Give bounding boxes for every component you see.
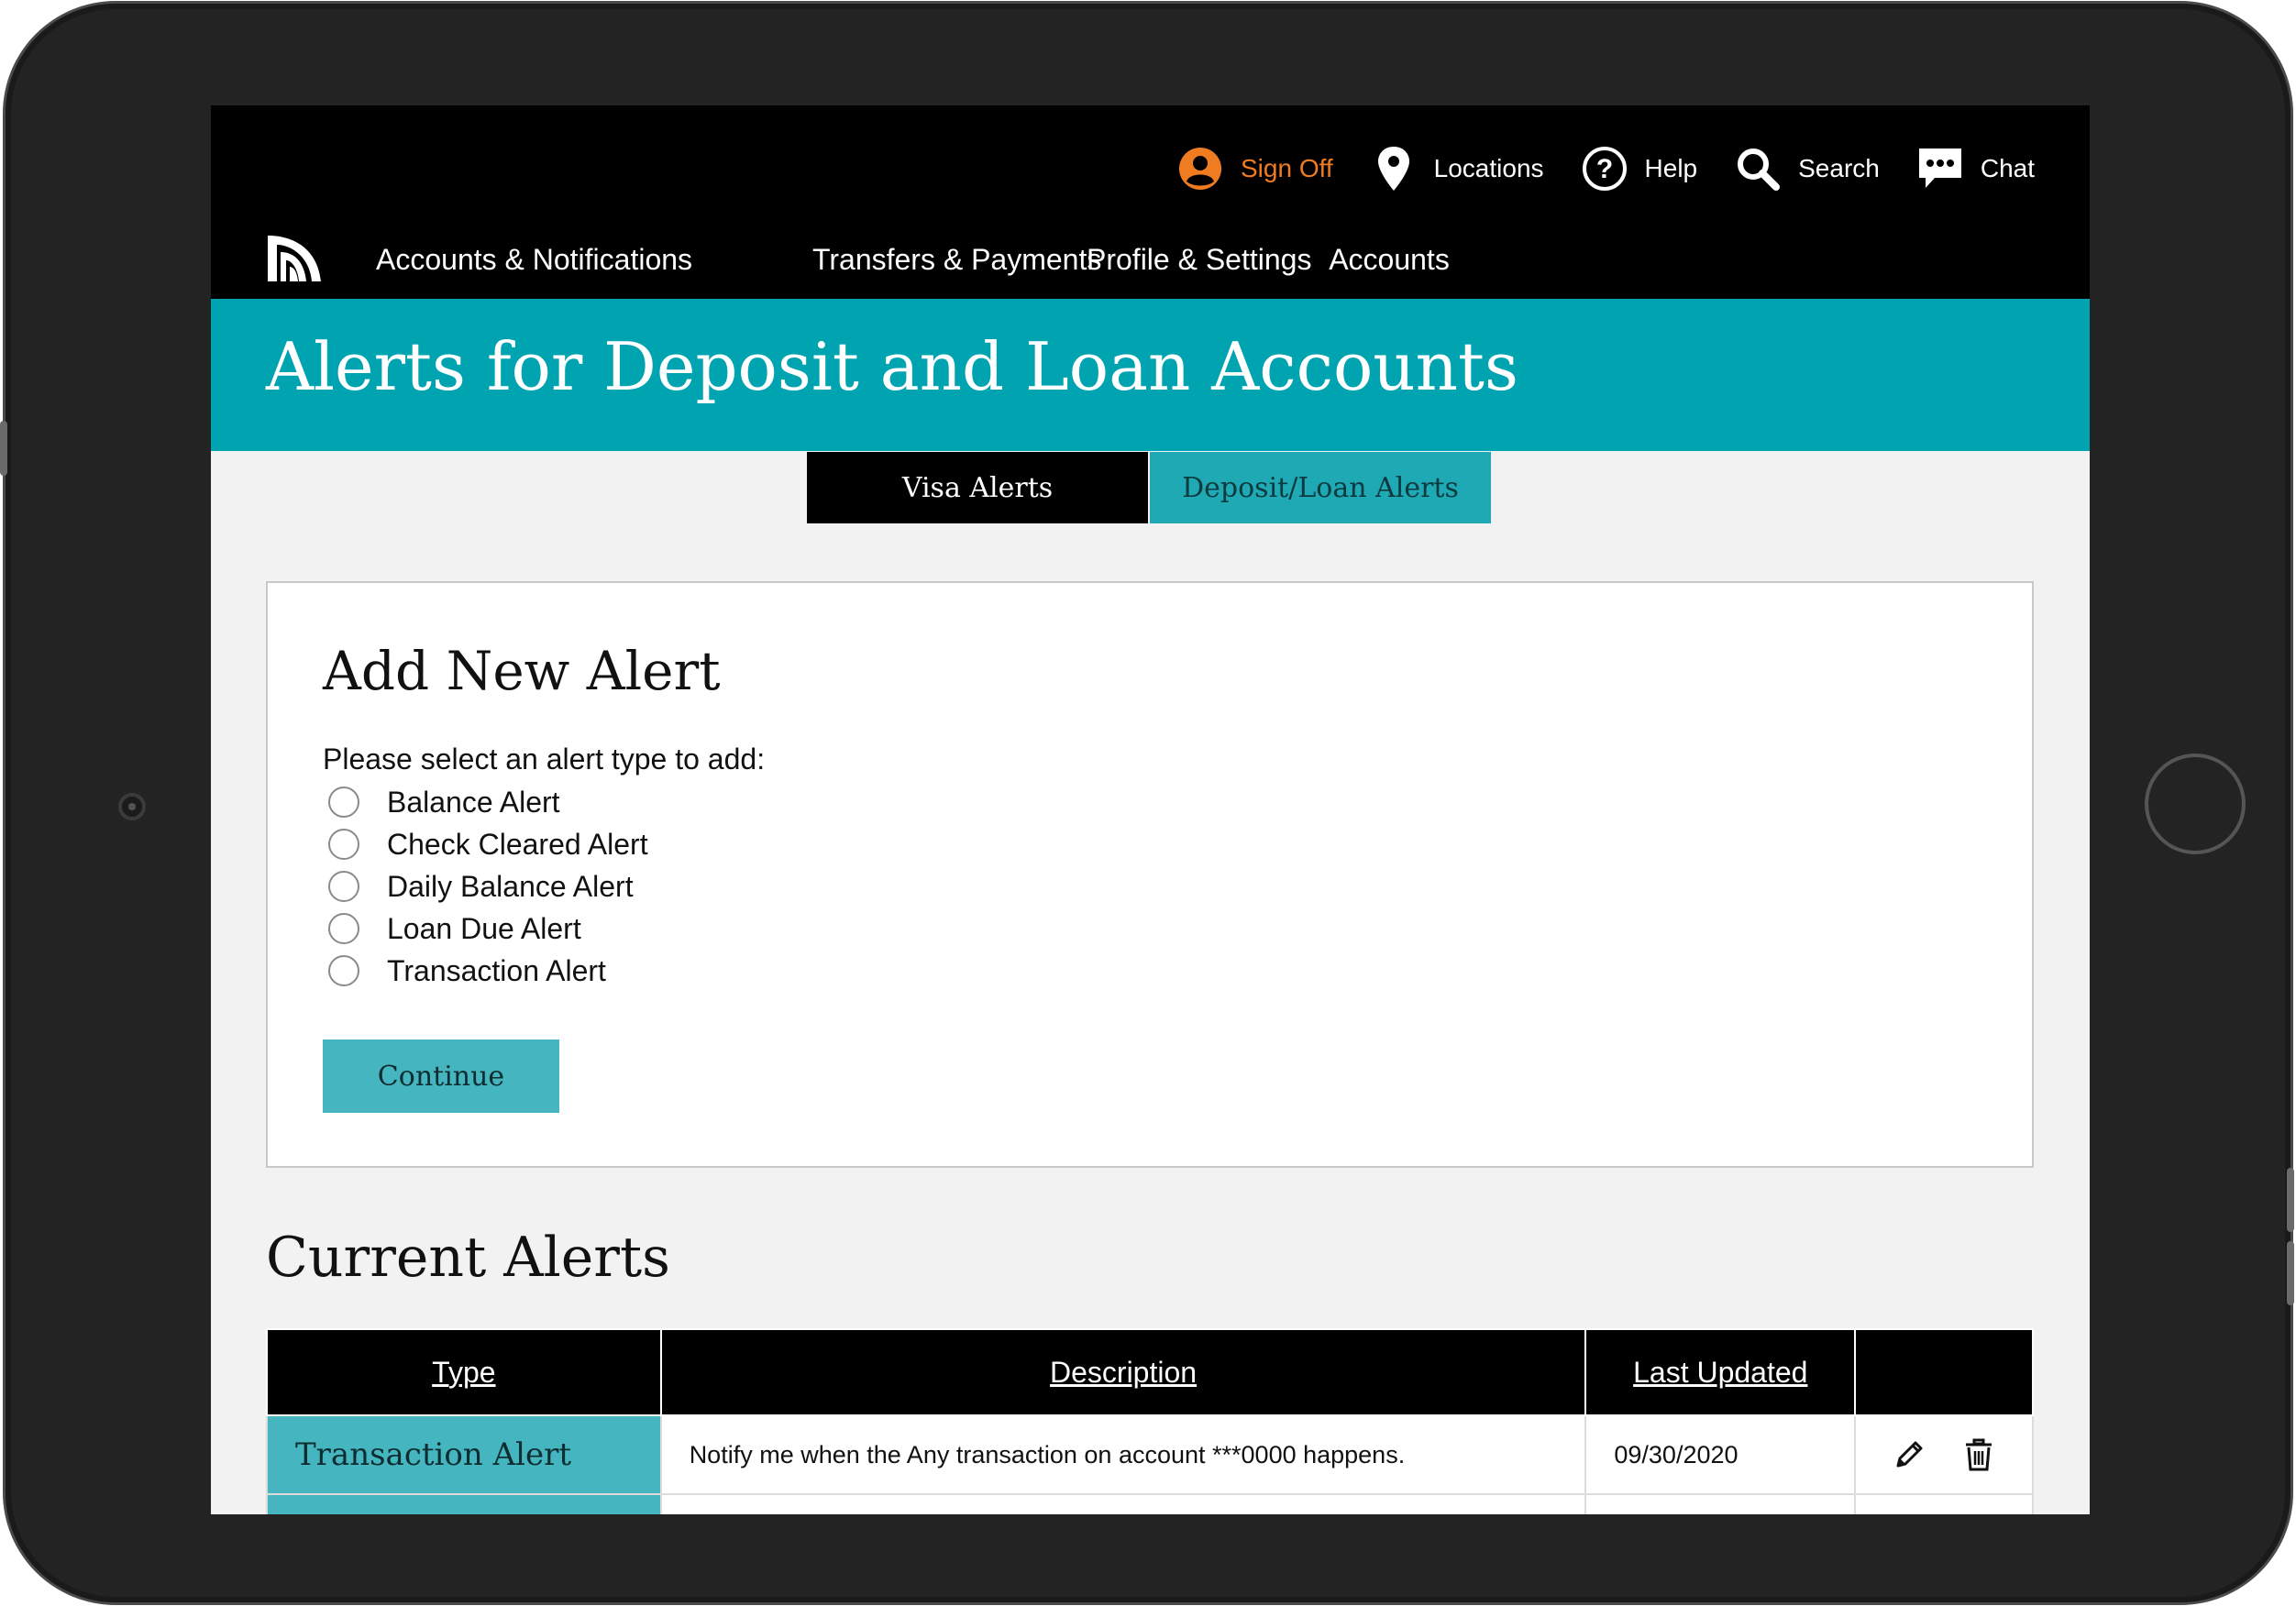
camera xyxy=(118,793,146,820)
locations-link[interactable]: Locations xyxy=(1370,145,1544,192)
title-band: Alerts for Deposit and Loan Accounts xyxy=(211,299,2090,451)
column-header-type[interactable]: Type xyxy=(266,1328,662,1416)
tab-deposit-loan-alerts[interactable]: Deposit/Loan Alerts xyxy=(1150,452,1491,523)
option-daily-balance-alert[interactable]: Daily Balance Alert xyxy=(328,865,648,908)
user-circle-icon xyxy=(1176,145,1224,192)
option-loan-due-alert[interactable]: Loan Due Alert xyxy=(328,908,648,950)
nav-accounts-notifications[interactable]: Accounts & Notifications xyxy=(376,243,692,277)
chat-label: Chat xyxy=(1980,154,2035,182)
option-label: Transaction Alert xyxy=(387,953,606,987)
nav-transfers-payments[interactable]: Transfers & Payments xyxy=(812,243,1101,277)
radio-button[interactable] xyxy=(328,786,359,818)
table-header-row: Type Description Last Updated xyxy=(266,1328,2034,1416)
chat-icon xyxy=(1916,145,1964,192)
alert-type-cell: Transaction Alert xyxy=(266,1414,662,1495)
alert-description-cell xyxy=(659,1493,1587,1514)
search-icon xyxy=(1734,145,1782,192)
side-button xyxy=(2287,1168,2294,1232)
nav-accounts[interactable]: Accounts xyxy=(1297,243,1481,277)
alert-last-updated-cell xyxy=(1584,1493,1857,1514)
utility-nav: Sign Off Locations ? Help Search Chat xyxy=(1176,140,2035,197)
add-alert-title: Add New Alert xyxy=(323,640,721,702)
current-alerts-title: Current Alerts xyxy=(266,1226,670,1290)
side-button xyxy=(2287,1241,2294,1305)
tablet-frame: Sign Off Locations ? Help Search Chat Ac… xyxy=(0,4,2294,1602)
alert-type-cell xyxy=(266,1493,662,1514)
alert-type-options: Balance Alert Check Cleared Alert Daily … xyxy=(328,781,648,992)
page-title: Alerts for Deposit and Loan Accounts xyxy=(266,328,1518,405)
alert-actions-cell xyxy=(1854,1414,2034,1495)
trash-icon[interactable] xyxy=(1960,1436,1997,1473)
side-button xyxy=(0,421,7,476)
tab-visa-alerts[interactable]: Visa Alerts xyxy=(807,452,1148,523)
column-header-actions xyxy=(1854,1328,2034,1416)
help-label: Help xyxy=(1644,154,1698,182)
sign-off-link[interactable]: Sign Off xyxy=(1176,145,1333,192)
table-row: Transaction Alert Notify me when the Any… xyxy=(266,1414,2034,1495)
home-button[interactable] xyxy=(2145,754,2246,854)
logo[interactable] xyxy=(266,226,323,283)
radio-button[interactable] xyxy=(328,955,359,986)
option-label: Daily Balance Alert xyxy=(387,869,634,903)
map-pin-icon xyxy=(1370,145,1418,192)
table-row xyxy=(266,1493,2034,1514)
help-circle-icon: ? xyxy=(1581,145,1628,192)
current-alerts-table: Type Description Last Updated Transactio… xyxy=(266,1328,2034,1514)
option-check-cleared-alert[interactable]: Check Cleared Alert xyxy=(328,823,648,865)
alert-tabs: Visa Alerts Deposit/Loan Alerts xyxy=(807,452,1491,523)
option-label: Balance Alert xyxy=(387,785,560,819)
radio-button[interactable] xyxy=(328,829,359,860)
alert-actions-cell xyxy=(1854,1493,2034,1514)
sign-off-label: Sign Off xyxy=(1241,154,1333,182)
top-header: Sign Off Locations ? Help Search Chat Ac… xyxy=(211,105,2090,299)
radio-button[interactable] xyxy=(328,913,359,944)
pencil-icon[interactable] xyxy=(1891,1436,1927,1473)
column-header-last-updated[interactable]: Last Updated xyxy=(1584,1328,1857,1416)
option-label: Loan Due Alert xyxy=(387,911,581,945)
chat-link[interactable]: Chat xyxy=(1916,145,2035,192)
add-alert-panel: Add New Alert Please select an alert typ… xyxy=(266,581,2034,1168)
continue-button[interactable]: Continue xyxy=(323,1040,559,1113)
option-balance-alert[interactable]: Balance Alert xyxy=(328,781,648,823)
locations-label: Locations xyxy=(1433,154,1544,182)
nav-profile-settings[interactable]: Profile & Settings xyxy=(1087,243,1311,277)
search-label: Search xyxy=(1798,154,1880,182)
radio-button[interactable] xyxy=(328,871,359,902)
option-label: Check Cleared Alert xyxy=(387,827,648,861)
search-link[interactable]: Search xyxy=(1734,145,1880,192)
alert-type-prompt: Please select an alert type to add: xyxy=(323,742,766,776)
option-transaction-alert[interactable]: Transaction Alert xyxy=(328,950,648,992)
column-header-description[interactable]: Description xyxy=(659,1328,1587,1416)
alert-description-cell: Notify me when the Any transaction on ac… xyxy=(659,1414,1587,1495)
help-link[interactable]: ? Help xyxy=(1581,145,1698,192)
alert-last-updated-cell: 09/30/2020 xyxy=(1584,1414,1857,1495)
screen: Sign Off Locations ? Help Search Chat Ac… xyxy=(211,105,2090,1514)
svg-text:?: ? xyxy=(1595,154,1612,184)
